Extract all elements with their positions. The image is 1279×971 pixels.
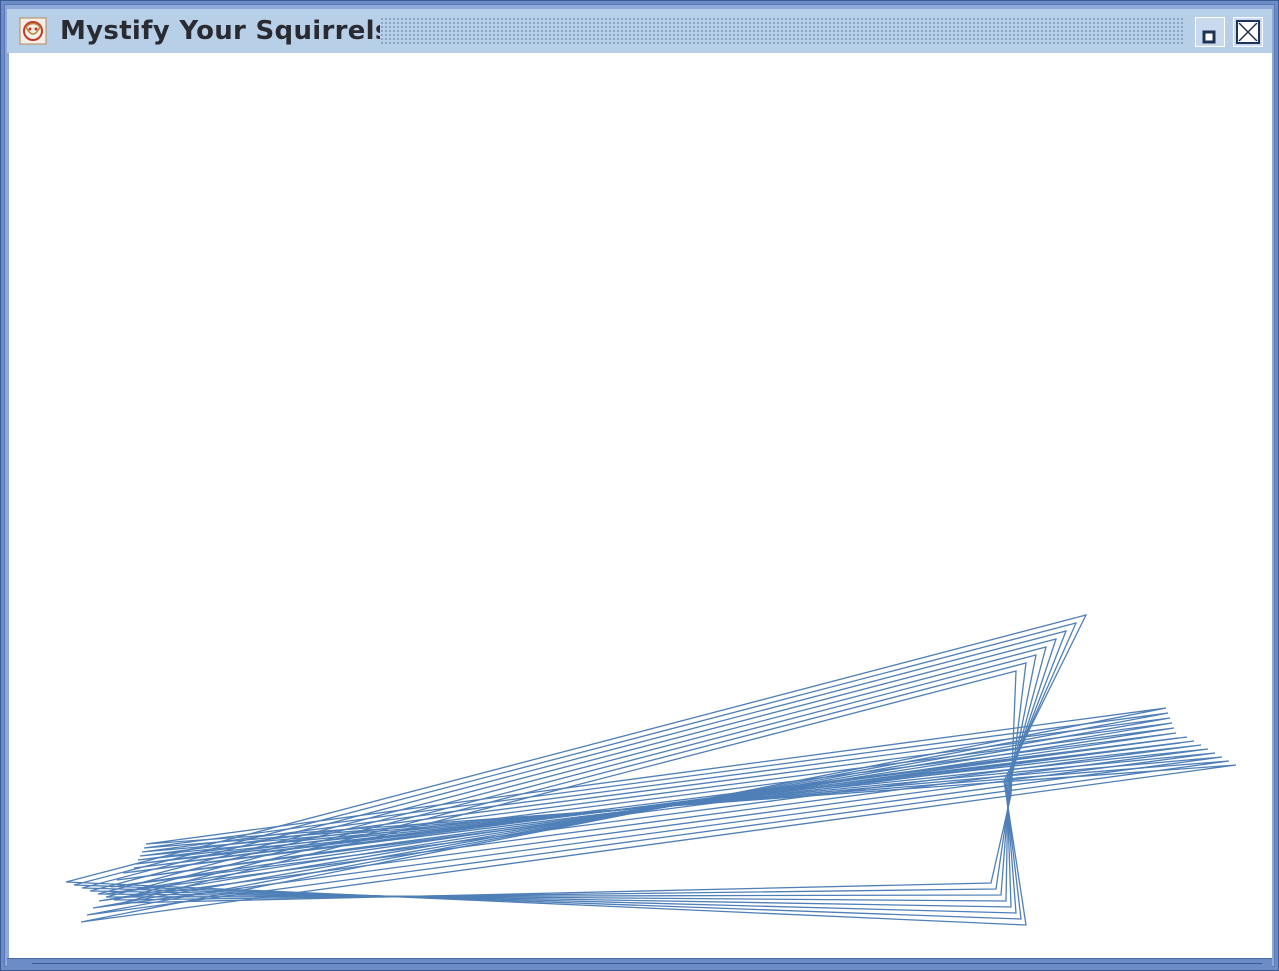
close-icon: [1236, 20, 1260, 44]
iconify-button[interactable]: [1195, 17, 1225, 47]
squirrel-app-icon[interactable]: [19, 17, 47, 45]
application-window: Mystify Your Squirrels: [0, 0, 1279, 971]
window-title: Mystify Your Squirrels: [60, 16, 391, 46]
iconify-icon: [1202, 30, 1216, 44]
mystify-polygon: [122, 736, 1188, 874]
window-bottom-border: [7, 958, 1272, 967]
mystify-polygon: [89, 638, 1057, 908]
title-bar-texture: [380, 17, 1185, 45]
bottom-line: [32, 963, 1262, 964]
mystify-lines: [65, 614, 1237, 926]
drawing-canvas[interactable]: [9, 53, 1272, 961]
close-button[interactable]: [1233, 17, 1263, 47]
title-bar[interactable]: Mystify Your Squirrels: [7, 9, 1272, 53]
